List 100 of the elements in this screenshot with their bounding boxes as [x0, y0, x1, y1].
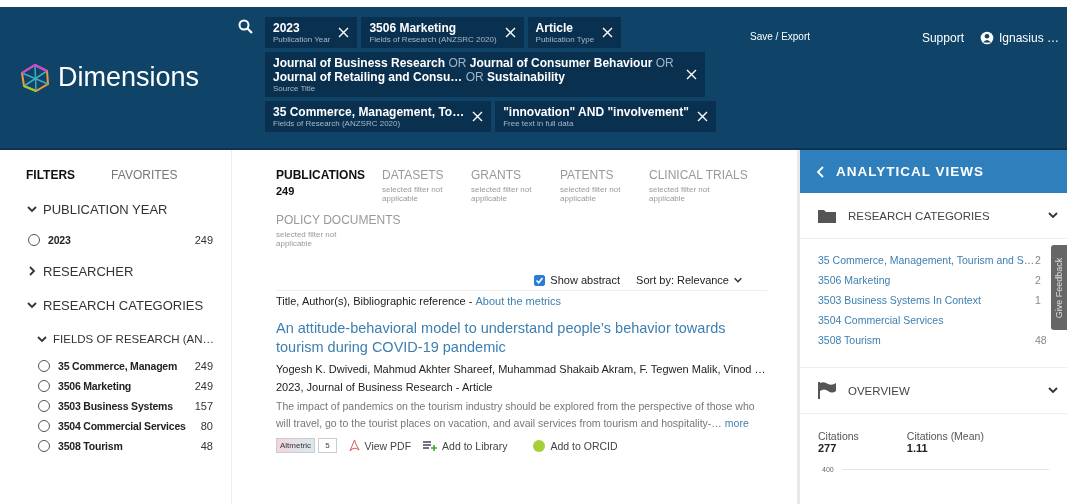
- add-to-library-button[interactable]: Add to Library: [423, 439, 508, 452]
- category-link[interactable]: 3508 Tourism: [818, 331, 1035, 349]
- close-icon[interactable]: [472, 111, 484, 122]
- filter-section-header[interactable]: RESEARCHER: [26, 254, 134, 288]
- filter-chip[interactable]: Article Publication Type: [527, 17, 622, 48]
- result-tab[interactable]: PUBLICATIONS 249: [276, 168, 368, 203]
- reference-text: 2023, Journal of Business Research - Article: [276, 381, 494, 393]
- category-link[interactable]: 3504 Commercial Services: [818, 311, 1035, 329]
- chip-subtitle: Publication Type: [535, 35, 595, 44]
- legend-text: Title, Author(s), Bibliographic reference -: [276, 295, 473, 307]
- chip-title: Journal of Business Research OR Journal of Consumer Behaviour OR: [273, 56, 675, 70]
- category-link[interactable]: 35 Commerce, Management, Tourism and S…: [818, 251, 1035, 269]
- close-icon[interactable]: [686, 69, 697, 80]
- section-title: OVERVIEW: [848, 384, 911, 397]
- filter-chip[interactable]: "innovation" AND "involvement" Free text in full data: [495, 101, 716, 132]
- sidebar-tab[interactable]: FILTERS: [26, 168, 76, 182]
- section-title: RESEARCH CATEGORIES: [848, 209, 991, 222]
- panel-title: ANALYTICAL VIEWS: [836, 164, 984, 179]
- chip-title: 35 Commerce, Management, To…: [273, 105, 465, 119]
- filter-count: 48: [200, 440, 213, 452]
- authors-text: Yogesh K. Dwivedi, Mahmud Akhter Shareef, Muhammad Shakaib Akram, F. Tegwen Malik, Vinod …: [276, 363, 767, 375]
- filter-chip[interactable]: 35 Commerce, Management, To… Fields of Research (ANZSRC 2020): [265, 101, 492, 132]
- stat-value: 277: [818, 442, 838, 454]
- logo-text: Dimensions: [58, 62, 200, 93]
- stat-label: Citations: [818, 430, 859, 442]
- support-link[interactable]: Support: [921, 31, 964, 45]
- filter-section-header[interactable]: PUBLICATION YEAR: [26, 192, 168, 226]
- radio-button[interactable]: [28, 234, 40, 246]
- filter-label: 3508 Tourism: [58, 440, 124, 452]
- filter-label: 2023: [48, 234, 72, 246]
- orcid-icon: [533, 439, 546, 452]
- add-list-icon: [423, 440, 438, 451]
- back-chevron-icon[interactable]: [816, 165, 826, 178]
- user-name[interactable]: Ignasius …: [998, 31, 1059, 45]
- analytics-section-header[interactable]: RESEARCH CATEGORIES: [800, 193, 1067, 239]
- close-icon[interactable]: [504, 27, 516, 38]
- filter-label: 3506 Marketing: [58, 380, 133, 392]
- radio-button[interactable]: [38, 400, 50, 412]
- filter-label: 3504 Commercial Services: [58, 420, 187, 432]
- category-count: 2: [1035, 253, 1042, 268]
- filter-chip[interactable]: 3506 Marketing Fields of Research (ANZSRC 2020): [361, 17, 524, 48]
- filter-section-header[interactable]: FIELDS OF RESEARCH (AN…: [36, 322, 215, 356]
- radio-button[interactable]: [38, 420, 50, 432]
- chip-title: Journal of Retailing and Consu… OR Sustainability: [273, 70, 567, 84]
- analytics-section-header[interactable]: OVERVIEW: [800, 368, 1067, 414]
- flag-icon: [818, 382, 836, 399]
- filter-count: 249: [194, 234, 213, 246]
- filter-count: 249: [194, 360, 213, 372]
- logo-icon: [20, 63, 50, 92]
- chip-title: "innovation" AND "involvement": [503, 105, 689, 119]
- altmetric-badge[interactable]: Altmetric: [276, 438, 316, 453]
- feedback-tab[interactable]: Give Feedback: [1051, 245, 1067, 330]
- sort-dropdown[interactable]: Sort by: Relevance: [636, 274, 743, 286]
- category-count: 2: [1035, 273, 1042, 288]
- caret-icon: [733, 275, 743, 285]
- view-pdf-button[interactable]: View PDF: [348, 439, 412, 452]
- chevron-icon: [36, 333, 48, 345]
- filter-chip[interactable]: 2023 Publication Year: [265, 17, 358, 48]
- pdf-icon: [348, 439, 360, 452]
- check-icon: [535, 275, 545, 285]
- metrics-link[interactable]: About the metrics: [475, 295, 562, 307]
- filter-label: 3503 Business Systems: [58, 400, 174, 412]
- abstract-text: The impact of pandemics on the tourism industry should be explored from the perspective of those who will travel, go to the tourist places on vacation, and avail services from tourism and hospitality-… more: [276, 399, 756, 431]
- radio-button[interactable]: [38, 360, 50, 372]
- sidebar-tab[interactable]: FAVORITES: [111, 168, 178, 182]
- close-icon[interactable]: [602, 27, 614, 38]
- filter-count: 80: [200, 420, 213, 432]
- chevron-icon: [26, 299, 38, 311]
- category-count: 48: [1035, 333, 1047, 348]
- filter-label: 35 Commerce, Managem: [58, 360, 179, 372]
- user-icon[interactable]: [979, 31, 994, 45]
- chip-title: 2023: [273, 21, 301, 35]
- close-icon[interactable]: [338, 27, 350, 38]
- filter-section-header[interactable]: RESEARCH CATEGORIES: [26, 288, 204, 322]
- publication-title[interactable]: An attitude-behavioral model to understand people’s behavior towards tourism during COVID-19 pandemic: [276, 319, 767, 357]
- chip-subtitle: Fields of Research (ANZSRC 2020): [273, 119, 402, 128]
- category-link[interactable]: 3503 Business Systems In Context: [818, 291, 1035, 309]
- stat-label: Citations (Mean): [906, 430, 984, 442]
- show-abstract-checkbox[interactable]: Show abstract: [534, 274, 621, 286]
- category-link[interactable]: 3506 Marketing: [818, 271, 1035, 289]
- stat-value: 1.11: [906, 442, 929, 454]
- chip-subtitle: Source Title: [273, 84, 317, 93]
- chip-subtitle: Publication Year: [273, 35, 331, 44]
- chip-title: 3506 Marketing: [369, 21, 458, 35]
- folder-icon: [818, 208, 836, 223]
- chip-subtitle: Free text in full data: [503, 119, 575, 128]
- save-export-link[interactable]: Save / Export: [750, 31, 811, 42]
- category-count: 1: [1035, 293, 1042, 308]
- chevron-icon: [26, 265, 38, 277]
- search-icon[interactable]: [237, 19, 253, 34]
- radio-button[interactable]: [38, 380, 50, 392]
- filter-chip[interactable]: Journal of Business Research OR Journal of Consumer Behaviour OR Journal of Retailing and Consu… OR Sustainability Source Title: [265, 52, 705, 97]
- radio-button[interactable]: [38, 440, 50, 452]
- chevron-icon: [26, 203, 38, 215]
- filter-count: 249: [194, 380, 213, 392]
- chip-subtitle: Fields of Research (ANZSRC 2020): [369, 35, 497, 44]
- close-icon[interactable]: [696, 111, 708, 122]
- more-link[interactable]: more: [724, 417, 749, 429]
- add-to-orcid-button[interactable]: Add to ORCID: [533, 439, 618, 452]
- filter-count: 157: [194, 400, 213, 412]
